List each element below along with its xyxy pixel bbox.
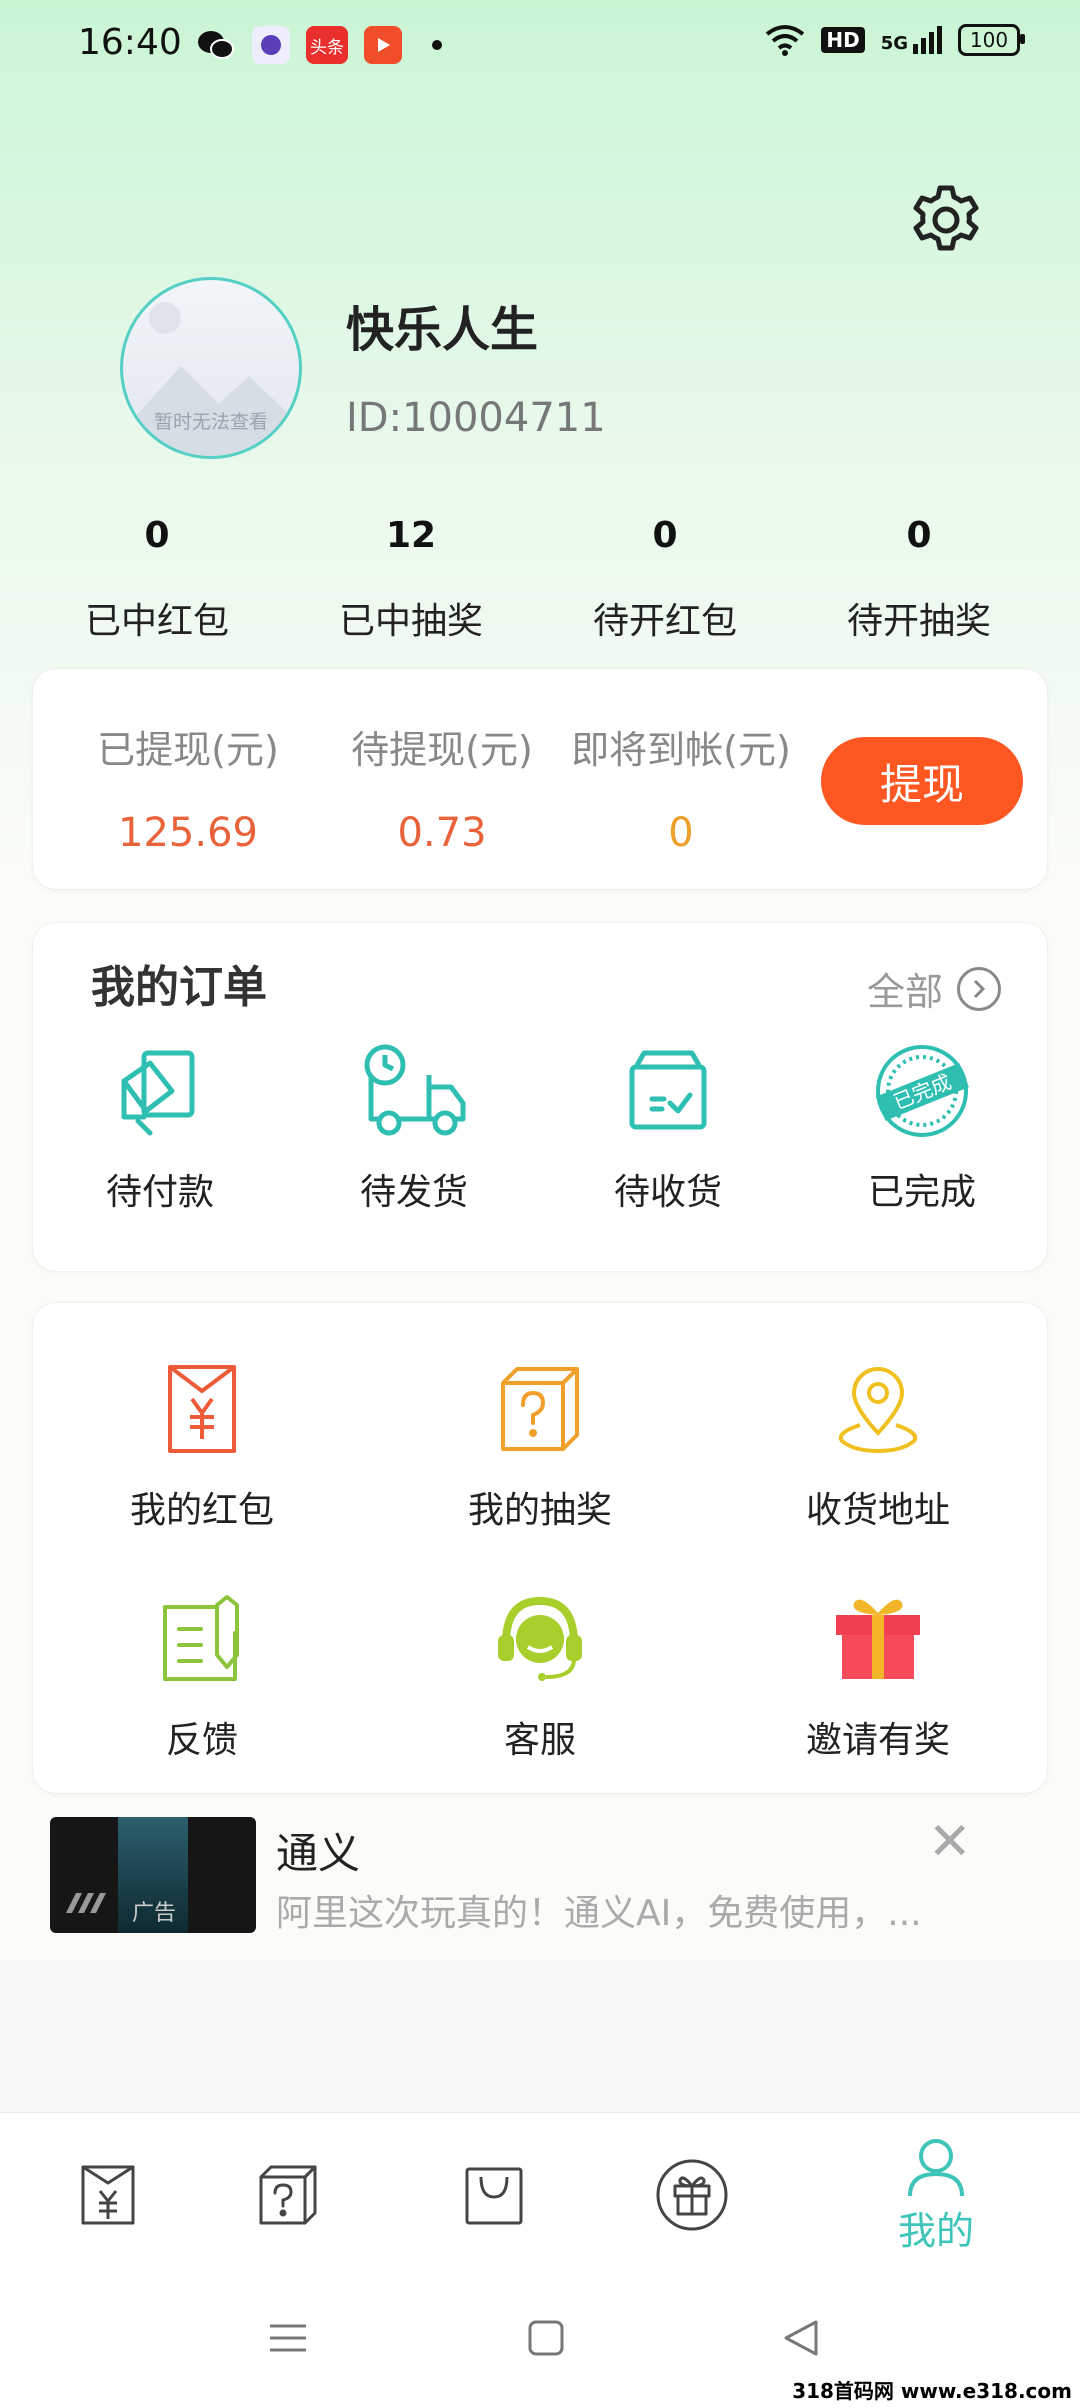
red-envelope-icon xyxy=(168,1365,236,1453)
withdraw-button[interactable]: 提现 xyxy=(821,737,1023,825)
stat-label: 已中红包 xyxy=(84,601,229,642)
pending-withdraw-label: 待提现(元) xyxy=(351,728,533,772)
feature-label: 邀请有奖 xyxy=(805,1720,950,1761)
feature-label: 我的红包 xyxy=(129,1490,274,1531)
shopping-bag-icon xyxy=(465,2167,523,2225)
chevron-right-icon xyxy=(957,966,1001,1011)
feature-my-red-envelopes[interactable]: 我的红包 xyxy=(33,1363,371,1533)
stat-label: 待开抽奖 xyxy=(846,601,991,642)
withdrawn-value: 125.69 xyxy=(118,810,258,856)
feature-my-lottery[interactable]: 我的抽奖 xyxy=(371,1363,709,1533)
stat-value: 0 xyxy=(144,515,170,556)
status-time: 16:40 xyxy=(78,22,182,63)
hd-badge: HD xyxy=(821,27,865,53)
withdrawn-label: 已提现(元) xyxy=(97,728,279,772)
pending-withdraw-value: 0.73 xyxy=(397,810,487,856)
red-envelope-icon xyxy=(81,2165,135,2225)
feature-label: 客服 xyxy=(503,1720,576,1761)
features-card: 我的红包 我的抽奖 收货地址 反馈 客服 邀请有奖 xyxy=(32,1302,1048,1794)
ad-title[interactable]: 通义 xyxy=(276,1820,360,1881)
nav-shop[interactable] xyxy=(386,2113,602,2277)
back-icon[interactable] xyxy=(782,2318,822,2358)
feature-label: 收货地址 xyxy=(805,1490,950,1531)
stamp-text: 已完成 xyxy=(890,1070,955,1115)
customer-service-icon xyxy=(498,1596,582,1681)
orders-all-link[interactable]: 全部 xyxy=(867,961,1001,1016)
mystery-box-icon xyxy=(501,1367,579,1451)
settings-gear-icon[interactable] xyxy=(906,180,986,260)
gift-icon xyxy=(836,1599,920,1679)
ad-thumbnail[interactable]: 广告 xyxy=(50,1817,256,1933)
incoming-amount: 即将到帐(元) 0 xyxy=(551,719,811,856)
feature-label: 反馈 xyxy=(165,1720,238,1761)
stat-label: 已中抽奖 xyxy=(338,601,483,642)
feedback-edit-icon xyxy=(163,1595,239,1681)
ad-description[interactable]: 阿里这次玩真的！通义AI，免费使用，... xyxy=(276,1884,922,1936)
network-type: 5G xyxy=(881,26,942,54)
order-pending-payment[interactable]: 待付款 xyxy=(33,1041,287,1215)
system-navigation-bar: 318首码网 www.e318.com xyxy=(0,2276,1080,2408)
username: 快乐人生 xyxy=(346,302,539,358)
video-app-icon xyxy=(364,26,402,64)
stat-red-envelopes-pending[interactable]: 0 待开红包 xyxy=(538,515,792,644)
nav-label: 我的 xyxy=(897,2208,974,2253)
orders-title: 我的订单 xyxy=(91,962,267,1013)
order-label: 待发货 xyxy=(359,1172,468,1213)
order-completed[interactable]: 已完成 已完成 xyxy=(795,1041,1049,1215)
nav-gift[interactable] xyxy=(584,2113,800,2277)
feature-customer-service[interactable]: 客服 xyxy=(371,1593,709,1763)
stat-lottery-won[interactable]: 12 已中抽奖 xyxy=(284,515,538,644)
order-pending-receipt[interactable]: 待收货 xyxy=(541,1041,795,1215)
orders-card: 我的订单 全部 待付款 待发货 待收货 已完成 已完成 xyxy=(32,922,1048,1272)
incoming-label: 即将到帐(元) xyxy=(571,728,791,772)
more-notifications-dot xyxy=(432,40,442,50)
status-notification-icons: 头条 xyxy=(196,26,442,64)
stat-label: 待开红包 xyxy=(592,601,737,642)
feature-shipping-address[interactable]: 收货地址 xyxy=(709,1363,1047,1533)
order-label: 已完成 xyxy=(867,1172,976,1213)
completed-stamp-icon: 已完成 xyxy=(875,1045,969,1137)
gift-icon xyxy=(656,2159,728,2231)
toutiao-icon: 头条 xyxy=(306,26,348,64)
status-right-icons: HD 5G 100 xyxy=(765,24,1025,56)
order-label: 待付款 xyxy=(105,1172,214,1213)
nav-lottery[interactable] xyxy=(180,2113,396,2277)
menu-icon[interactable] xyxy=(268,2318,308,2358)
user-id: ID:10004711 xyxy=(346,395,606,441)
orders-all-label: 全部 xyxy=(866,970,943,1014)
withdraw-card: 已提现(元) 125.69 待提现(元) 0.73 即将到帐(元) 0 提现 xyxy=(32,668,1048,890)
wechat-icon xyxy=(198,31,234,59)
home-icon[interactable] xyxy=(526,2318,566,2358)
pending-withdraw-amount: 待提现(元) 0.73 xyxy=(327,719,557,856)
watermark: 318首码网 www.e318.com xyxy=(792,2379,1072,2403)
feature-label: 我的抽奖 xyxy=(467,1490,612,1531)
mystery-box-icon xyxy=(259,2165,317,2225)
withdrawn-amount: 已提现(元) 125.69 xyxy=(73,719,303,856)
battery-indicator: 100 xyxy=(958,24,1025,56)
app-notification-icon xyxy=(252,26,290,64)
avatar[interactable]: 暂时无法查看 xyxy=(120,277,302,459)
stat-value: 0 xyxy=(652,515,678,556)
stat-red-envelopes-won[interactable]: 0 已中红包 xyxy=(30,515,284,644)
delivery-truck-icon xyxy=(364,1044,466,1136)
receive-box-icon xyxy=(629,1050,707,1130)
nav-mine[interactable]: 我的 xyxy=(828,2113,1044,2277)
bottom-navigation: 我的 xyxy=(0,2112,1080,2277)
avatar-placeholder-text: 暂时无法查看 xyxy=(153,411,268,433)
close-icon[interactable]: ✕ xyxy=(928,1812,972,1872)
wifi-icon xyxy=(766,25,805,56)
feature-feedback[interactable]: 反馈 xyxy=(33,1593,371,1763)
stat-value: 0 xyxy=(906,515,932,556)
order-label: 待收货 xyxy=(613,1172,722,1213)
ad-tag: 广告 xyxy=(132,1901,177,1926)
feature-invite-reward[interactable]: 邀请有奖 xyxy=(709,1593,1047,1763)
stat-value: 12 xyxy=(385,515,437,556)
incoming-value: 0 xyxy=(668,810,694,856)
card-payment-icon xyxy=(121,1050,195,1136)
ad-logo-icon xyxy=(66,1893,106,1913)
user-icon xyxy=(908,2138,964,2196)
order-pending-shipment[interactable]: 待发货 xyxy=(287,1041,541,1215)
stat-lottery-pending[interactable]: 0 待开抽奖 xyxy=(792,515,1046,644)
location-pin-icon xyxy=(838,1367,918,1454)
